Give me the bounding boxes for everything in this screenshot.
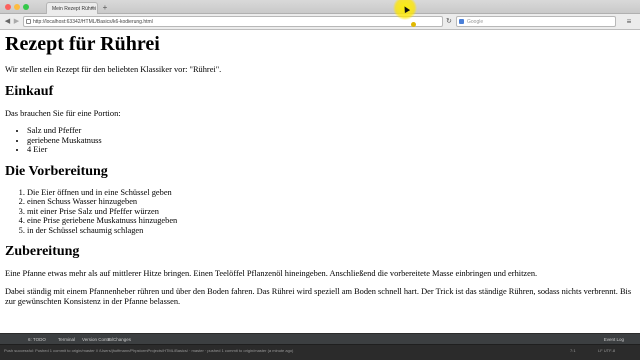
search-engine-icon [459,19,464,24]
event-log-button[interactable]: Event Log [604,337,624,342]
intro-paragraph: Wir stellen ein Rezept für den beliebten… [5,65,222,74]
window-minimize-button[interactable] [14,4,20,10]
search-input[interactable]: Google [456,16,616,27]
list-item: eine Prise geriebene Muskatnuss hinzugeb… [27,216,635,226]
zubereitung-paragraph-2: Dabei ständig mit einem Pfannenheber rüh… [5,287,632,306]
list-item: Salz und Pfeffer [27,126,635,136]
search-placeholder: Google [467,18,484,25]
browser-tab-active[interactable]: Mein Rezept Rührei × [46,2,98,14]
zubereitung-heading: Zubereitung [5,244,80,259]
list-item: 4 Eier [27,145,635,155]
page-title: Rezept für Rührei [5,33,160,55]
list-item: einen Schuss Wasser hinzugeben [27,197,635,207]
tab-close-icon[interactable]: × [91,5,94,11]
ide-status-bar: Push successful: Pushed 1 commit to orig… [0,344,640,360]
vorbereitung-heading: Die Vorbereitung [5,163,108,179]
cursor-trail-dot [411,22,416,27]
list-item: mit einer Prise Salz und Pfeffer würzen [27,207,635,217]
list-item: Die Eier öffnen und in eine Schüssel geb… [27,188,635,198]
tab-title: Mein Rezept Rührei [52,5,97,12]
page-info-icon [26,19,31,24]
einkauf-heading: Einkauf [5,84,54,99]
ide-tool-window-bar: 6: TODO Terminal Version Control 9: Chan… [0,333,640,344]
list-item: in der Schüssel schaumig schlagen [27,226,635,236]
window-maximize-button[interactable] [23,4,29,10]
zubereitung-paragraph-1: Eine Pfanne etwas mehr als auf mittlerer… [5,269,538,278]
back-icon[interactable]: ◀ [3,17,12,27]
new-tab-button[interactable]: + [100,2,110,13]
portion-text: Das brauchen Sie für eine Portion: [5,109,121,118]
caret-position[interactable]: 7:1 [570,348,576,353]
url-text: http://localhost:63342/HTML/Basics/k6-ko… [33,18,153,25]
ide-tab-todo[interactable]: 6: TODO [28,337,46,342]
browser-nav-bar: ◀ ▶ http://localhost:63342/HTML/Basics/k… [0,14,640,30]
list-item: geriebene Muskatnuss [27,136,635,146]
ide-tab-terminal[interactable]: Terminal [58,337,75,342]
ingredient-list: Salz und Pfeffer geriebene Muskatnuss 4 … [27,126,635,155]
url-input[interactable]: http://localhost:63342/HTML/Basics/k6-ko… [23,16,443,27]
window-close-button[interactable] [5,4,11,10]
status-message: Push successful: Pushed 1 commit to orig… [4,348,294,353]
forward-icon[interactable]: ▶ [12,17,21,27]
file-encoding[interactable]: LF UTF-8 [598,348,615,353]
page-content: Rezept für Rührei Wir stellen ein Rezept… [0,31,640,333]
reload-icon[interactable]: ↻ [446,17,454,27]
ide-tab-changes[interactable]: 9: Changes [108,337,131,342]
menu-icon[interactable]: ≡ [624,17,634,27]
browser-tab-bar: Mein Rezept Rührei × + [0,0,640,14]
steps-list: Die Eier öffnen und in eine Schüssel geb… [27,188,635,236]
